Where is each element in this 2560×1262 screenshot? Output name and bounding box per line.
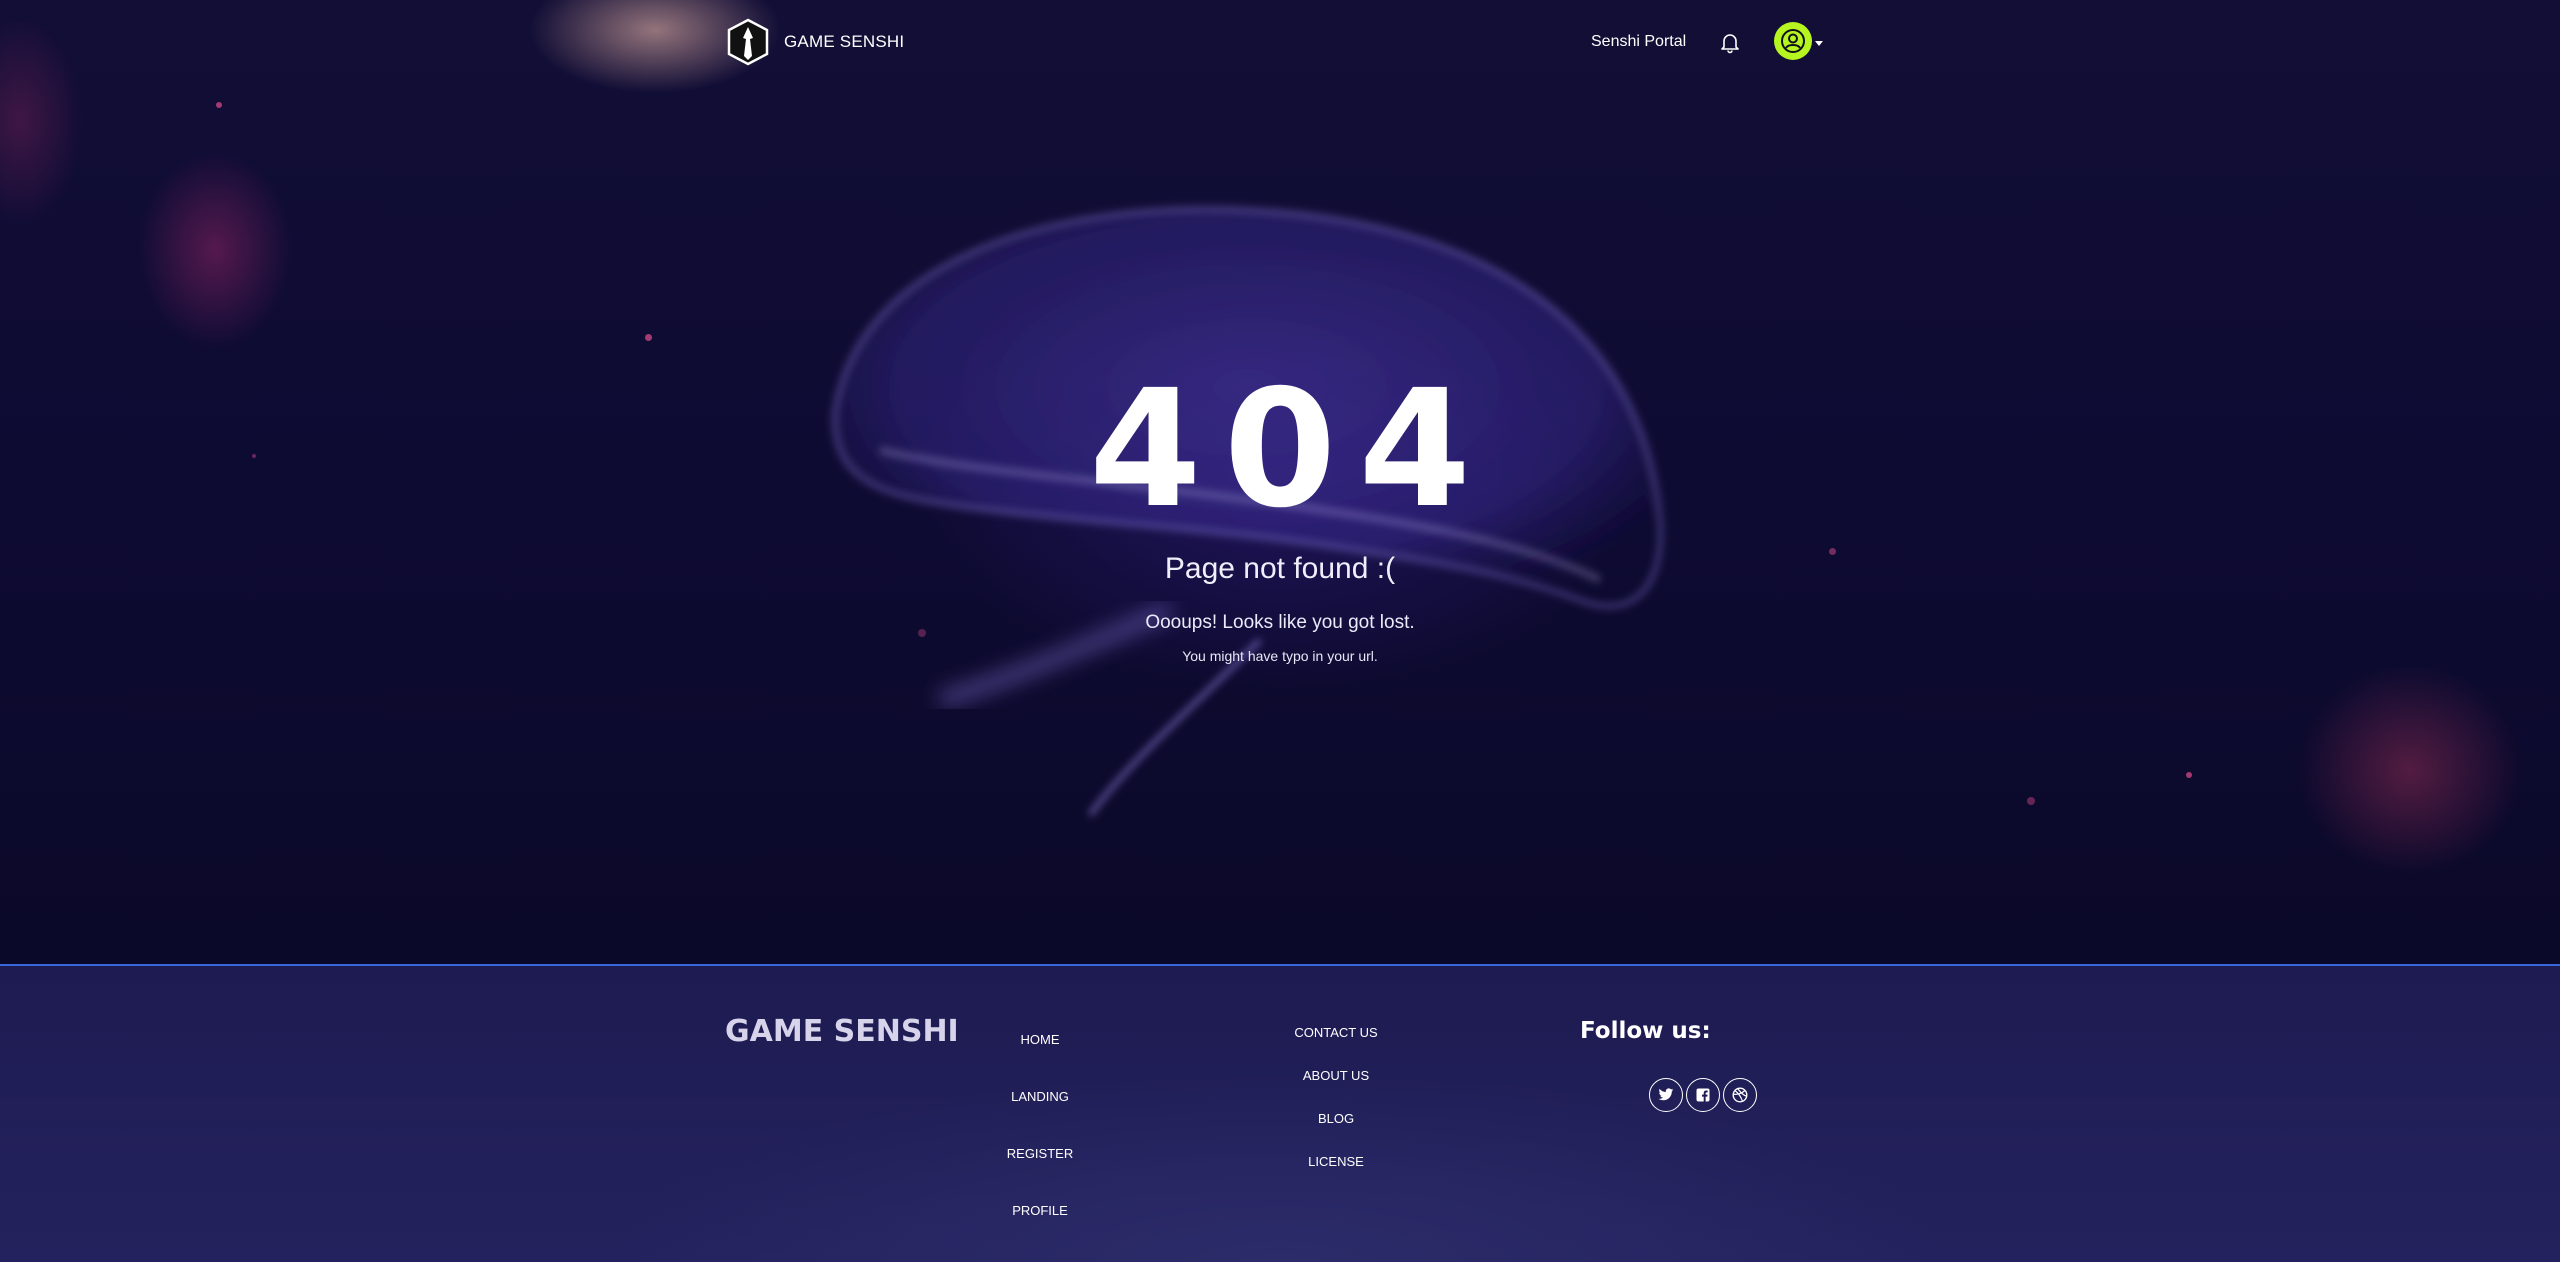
footer-brand: GAME SENSHI [725,1014,959,1049]
footer-link-home[interactable]: HOME [990,1032,1090,1089]
top-navbar: GAME SENSHI Senshi Portal [0,0,2560,86]
twitter-icon [1658,1088,1674,1101]
footer-link-register[interactable]: REGISTER [990,1146,1090,1203]
facebook-icon [1696,1088,1710,1102]
footer-link-contact[interactable]: CONTACT US [1286,1025,1386,1068]
footer-link-license[interactable]: LICENSE [1286,1154,1386,1197]
dribbble-icon [1732,1087,1748,1103]
error-subtitle: Oooups! Looks like you got lost. [1145,612,1415,633]
footer-link-about[interactable]: ABOUT US [1286,1068,1386,1111]
footer-link-landing[interactable]: LANDING [990,1089,1090,1146]
user-circle-icon [1781,29,1805,53]
caret-down-icon[interactable] [1815,40,1823,46]
error-content: 404 Page not found :( Oooups! Looks like… [0,360,2560,664]
senshi-portal-link[interactable]: Senshi Portal [1591,33,1686,51]
error-code: 404 [1088,356,1494,544]
senshi-logo-icon [727,18,769,66]
avatar[interactable] [1774,22,1812,60]
footer-link-profile[interactable]: PROFILE [990,1203,1090,1260]
footer-links-primary: HOME LANDING REGISTER PROFILE [990,1032,1090,1260]
footer-links-secondary: CONTACT US ABOUT US BLOG LICENSE [1286,1025,1386,1197]
facebook-button[interactable] [1686,1078,1720,1112]
brand-name: GAME SENSHI [784,32,905,51]
dribbble-button[interactable] [1723,1078,1757,1112]
twitter-button[interactable] [1649,1078,1683,1112]
error-description: You might have typo in your url. [1182,648,1378,664]
social-links [1649,1078,1757,1112]
footer: GAME SENSHI HOME LANDING REGISTER PROFIL… [0,964,2560,1262]
bell-icon[interactable] [1718,30,1742,54]
brand-link[interactable]: GAME SENSHI [726,18,904,66]
follow-us-label: Follow us: [1580,1018,1711,1044]
footer-link-blog[interactable]: BLOG [1286,1111,1386,1154]
error-title: Page not found :( [1164,552,1396,585]
user-menu[interactable] [1774,22,1823,60]
